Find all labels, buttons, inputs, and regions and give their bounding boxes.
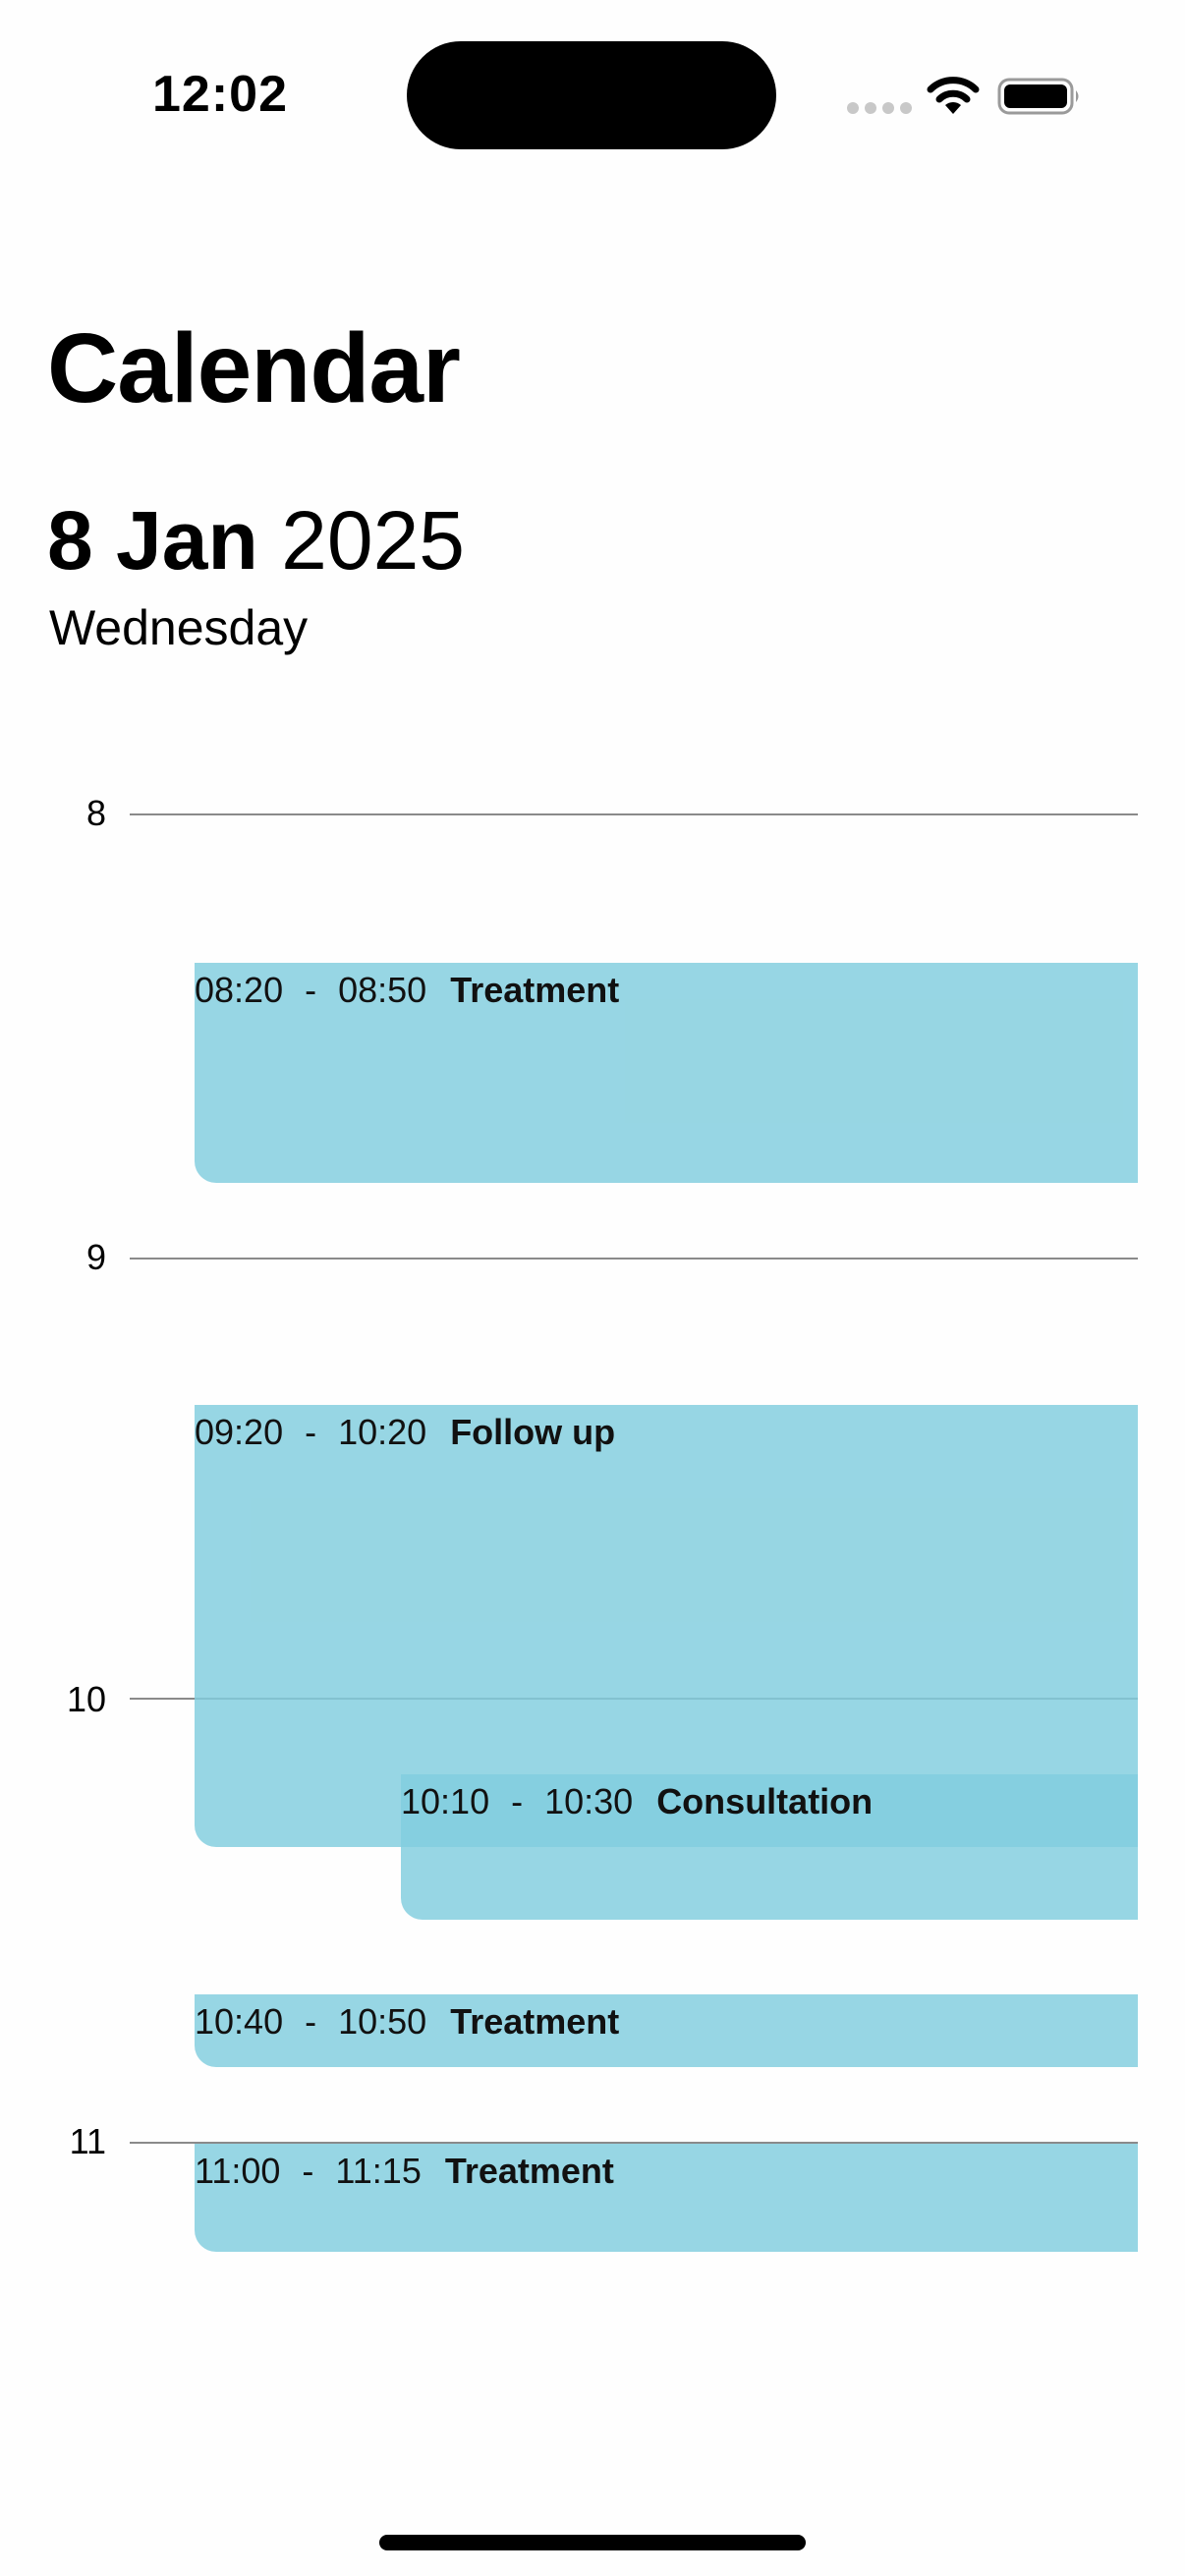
hour-label-10: 10: [66, 1679, 106, 1719]
event-start: 10:40: [195, 2001, 284, 2042]
event-end: 10:50: [338, 2001, 427, 2042]
event-label: 10:40-10:50 Treatment: [195, 2000, 619, 2044]
event-title: Treatment: [450, 2001, 620, 2042]
hour-label-9: 9: [85, 1237, 106, 1277]
event-separator: -: [302, 2151, 314, 2191]
event-separator: -: [305, 1412, 317, 1452]
status-time: 12:02: [152, 66, 288, 123]
date-day-month: 8 Jan: [47, 494, 258, 587]
signal-dots-icon: [847, 102, 912, 114]
event-title: Follow up: [450, 1412, 616, 1452]
wifi-icon: [927, 77, 980, 114]
event-start: 09:20: [195, 1412, 284, 1452]
event-end: 11:15: [335, 2151, 422, 2191]
event-separator: -: [305, 2001, 317, 2042]
event-block[interactable]: 10:10-10:30 Consultation: [401, 1774, 1138, 1920]
page-title: Calendar: [47, 313, 461, 423]
selected-date[interactable]: 8 Jan 2025: [47, 499, 465, 582]
date-year: 2025: [281, 494, 466, 587]
event-title: Treatment: [450, 970, 620, 1010]
event-block[interactable]: 08:20-08:50 Treatment: [195, 963, 1138, 1183]
event-end: 08:50: [338, 970, 427, 1010]
event-title: Consultation: [656, 1781, 874, 1821]
calendar-screen: 12:02 Calendar 8 Jan 2025 Wednesday 8 9 …: [0, 0, 1185, 2576]
event-separator: -: [511, 1781, 524, 1821]
hour-line-9: [130, 1258, 1138, 1260]
event-start: 10:10: [401, 1781, 490, 1821]
event-title: Treatment: [444, 2151, 614, 2191]
hour-label-11: 11: [69, 2121, 106, 2161]
hour-label-8: 8: [85, 793, 106, 833]
event-label: 09:20-10:20 Follow up: [195, 1411, 615, 1454]
hour-line-8: [130, 813, 1138, 815]
home-indicator[interactable]: [379, 2535, 806, 2550]
event-label: 10:10-10:30 Consultation: [401, 1780, 873, 1823]
event-separator: -: [305, 970, 317, 1010]
battery-icon: [997, 78, 1079, 115]
event-block[interactable]: 10:40-10:50 Treatment: [195, 1994, 1138, 2067]
event-start: 08:20: [195, 970, 284, 1010]
weekday-label: Wednesday: [49, 600, 309, 655]
event-label: 11:00-11:15 Treatment: [195, 2150, 614, 2193]
event-label: 08:20-08:50 Treatment: [195, 969, 619, 1012]
dynamic-island: [407, 41, 776, 149]
event-block[interactable]: 11:00-11:15 Treatment: [195, 2144, 1138, 2252]
event-end: 10:20: [338, 1412, 427, 1452]
event-start: 11:00: [195, 2151, 281, 2191]
event-end: 10:30: [544, 1781, 634, 1821]
